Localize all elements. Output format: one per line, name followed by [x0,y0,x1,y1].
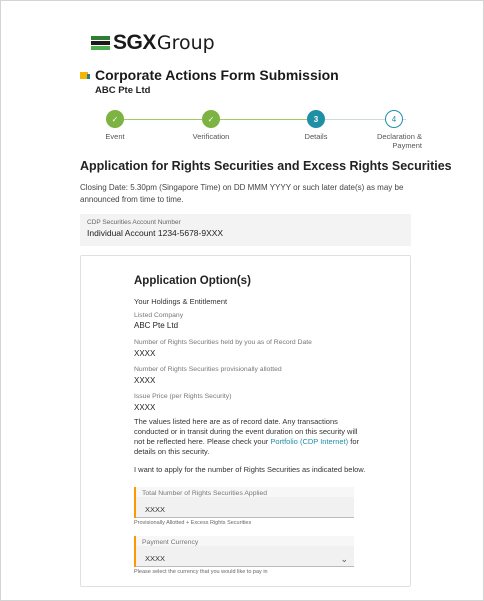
field-label: Payment Currency [142,539,199,546]
field-value: XXXX [134,403,156,412]
portfolio-link[interactable]: Portfolio (CDP Internet) [270,437,348,446]
step-declaration-payment[interactable]: 4 Declaration & Payment [364,110,424,150]
select-value: XXXX [145,554,166,563]
step-label: Event [105,132,125,141]
step-verification[interactable]: ✓ Verification [176,110,246,141]
sgx-logo-mark [91,36,110,50]
record-date-note: The values listed here are as of record … [134,417,366,457]
total-rights-field[interactable]: Total Number of Rights Securities Applie… [134,487,354,518]
field-label: Issue Price (per Rights Security) [134,393,232,400]
total-rights-input[interactable]: XXXX [136,497,354,518]
section-title: Application for Rights Securities and Ex… [80,159,452,173]
closing-date-text: Closing Date: 5.30pm (Singapore Time) on… [80,183,404,204]
page-frame: SGX Group Corporate Actions Form Submiss… [0,0,484,601]
cdp-label: CDP Securities Account Number [87,219,181,226]
field-label: Listed Company [134,312,184,319]
field-help-text: Provisionally Allotted + Excess Rights S… [134,520,252,526]
field-value: ABC Pte Ltd [134,321,179,330]
payment-currency-field[interactable]: Payment Currency XXXX ⌄ [134,536,354,567]
field-label: Total Number of Rights Securities Applie… [142,490,268,497]
logo-text-bold: SGX [113,31,156,54]
field-label: Number of Rights Securities provisionall… [134,366,282,373]
logo-text-light: Group [156,32,215,54]
progress-stepper: ✓ Event ✓ Verification 3 Details 4 Decla… [80,110,422,154]
check-icon: ✓ [202,110,220,128]
field-value: XXXX [134,376,156,385]
company-name: ABC Pte Ltd [95,85,151,96]
step-label: Verification [192,132,230,141]
form-icon [80,71,90,79]
card-title: Application Option(s) [134,275,251,287]
field-help-text: Please select the currency that you woul… [134,569,268,575]
holdings-heading: Your Holdings & Entitlement [134,297,228,306]
check-icon: ✓ [106,110,124,128]
payment-currency-select[interactable]: XXXX ⌄ [136,546,354,567]
page-header: Corporate Actions Form Submission ABC Pt… [80,67,339,96]
step-details[interactable]: 3 Details [281,110,351,141]
application-options-card: Application Option(s) Your Holdings & En… [80,255,411,587]
apply-instruction: I want to apply for the number of Rights… [134,465,366,474]
chevron-down-icon: ⌄ [340,553,348,564]
step-label: Details [304,132,328,141]
step-number: 4 [385,110,403,128]
sgx-logo[interactable]: SGX Group [91,31,215,54]
cdp-account-box: CDP Securities Account Number Individual… [80,214,411,246]
field-value: XXXX [134,349,156,358]
cdp-value: Individual Account 1234-5678-9XXX [87,228,224,238]
page-title: Corporate Actions Form Submission [95,67,339,83]
step-number: 3 [307,110,325,128]
step-event[interactable]: ✓ Event [80,110,150,141]
step-label: Declaration & Payment [376,132,422,150]
field-label: Number of Rights Securities held by you … [134,339,312,346]
